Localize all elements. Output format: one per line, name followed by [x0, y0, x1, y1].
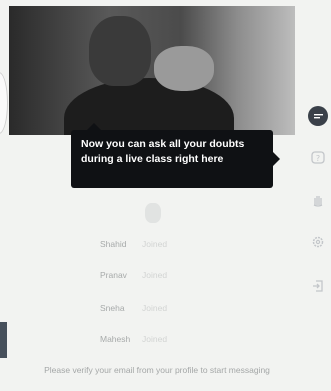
member-status: Joined [142, 334, 168, 344]
member-name: Mahesh [100, 334, 131, 344]
collapsed-panel-edge [0, 72, 8, 134]
raise-hand-icon[interactable] [308, 190, 328, 210]
member-status: Joined [142, 239, 168, 249]
chat-bubble-icon[interactable] [308, 106, 328, 126]
presenter-hand [154, 46, 214, 91]
presenter-head [89, 16, 151, 86]
member-status: Joined [142, 303, 168, 313]
verify-email-message: Please verify your email from your profi… [44, 365, 270, 375]
member-row: Mahesh Joined [100, 334, 167, 348]
feature-tooltip: Now you can ask all your doubts during a… [71, 123, 280, 188]
svg-text:?: ? [316, 154, 320, 163]
member-row: Pranav Joined [100, 270, 167, 284]
member-row: Sneha Joined [100, 303, 167, 317]
member-row: Shahid Joined [100, 239, 167, 253]
chat-empty-state-icon [145, 203, 161, 223]
member-name: Pranav [100, 270, 127, 280]
live-class-video[interactable] [9, 6, 295, 135]
member-status: Joined [142, 270, 168, 280]
question-icon[interactable]: ? [308, 148, 328, 168]
member-name: Sneha [100, 303, 125, 313]
left-scroll-indicator[interactable] [0, 322, 7, 358]
settings-icon[interactable] [308, 232, 328, 252]
member-name: Shahid [100, 239, 127, 249]
exit-icon[interactable] [308, 276, 328, 296]
tooltip-text: Now you can ask all your doubts during a… [81, 138, 245, 165]
side-rail: ? [305, 0, 331, 391]
